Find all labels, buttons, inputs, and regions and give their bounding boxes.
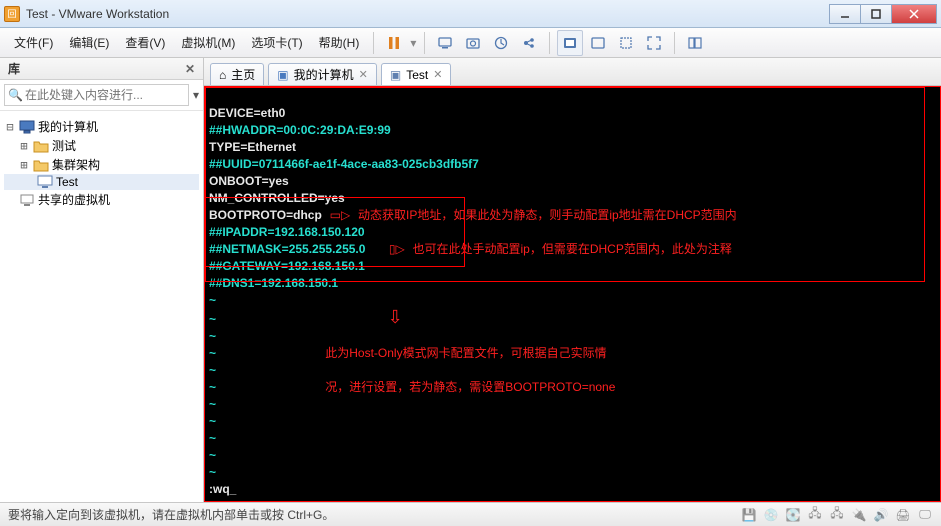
folder-icon bbox=[33, 158, 49, 172]
status-icons: 💾 💿 💽 🖧 🖧 🔌 🔊 🖨 🖵 bbox=[741, 507, 933, 523]
term-line: TYPE=Ethernet bbox=[209, 140, 296, 154]
close-button[interactable] bbox=[891, 4, 937, 24]
revert-button[interactable] bbox=[516, 30, 542, 56]
term-tilde: ~ bbox=[209, 397, 216, 411]
fullscreen-button[interactable] bbox=[641, 30, 667, 56]
term-tilde: ~ bbox=[209, 448, 216, 462]
term-line: DEVICE=eth0 bbox=[209, 106, 285, 120]
tree-folder-cluster[interactable]: ⊞ 集群架构 bbox=[4, 155, 199, 174]
tab-close-icon[interactable]: ✕ bbox=[433, 68, 442, 81]
down-arrow-icon: ⇩ bbox=[388, 307, 403, 327]
tree-folder-test[interactable]: ⊞ 测试 bbox=[4, 136, 199, 155]
monitor-icon: ▣ bbox=[277, 68, 288, 82]
tree-vm-test[interactable]: Test bbox=[4, 174, 199, 190]
term-tilde: ~ bbox=[209, 380, 216, 394]
st-hdd-icon[interactable]: 💾 bbox=[741, 507, 757, 523]
vm-icon bbox=[37, 175, 53, 189]
term-tilde: ~ bbox=[209, 312, 216, 326]
main-area: ⌂ 主页 ▣ 我的计算机 ✕ ▣ Test ✕ DEVICE=eth0 ##HW… bbox=[204, 58, 941, 502]
app-icon: 回 bbox=[4, 6, 20, 22]
menu-tabs[interactable]: 选项卡(T) bbox=[243, 30, 310, 55]
term-line: BOOTPROTO=dhcp bbox=[209, 208, 322, 222]
folder-icon bbox=[33, 139, 49, 153]
annotation-arrow: ▯▷ bbox=[389, 242, 405, 256]
search-icon: 🔍 bbox=[8, 88, 23, 102]
term-line: NM_CONTROLLED=yes bbox=[209, 191, 345, 205]
annotation-2: 也可在此处手动配置ip，但需要在DHCP范围内，此处为注释 bbox=[413, 242, 732, 256]
expand-icon[interactable]: ⊞ bbox=[18, 158, 30, 172]
st-net-icon[interactable]: 🖧 bbox=[807, 507, 823, 523]
minimize-button[interactable] bbox=[829, 4, 861, 24]
search-dropdown-icon[interactable]: ▾ bbox=[193, 88, 199, 102]
search-input[interactable] bbox=[4, 84, 189, 106]
tree: ⊟ 我的计算机 ⊞ 测试 ⊞ 集群架构 Test 共享的虚拟机 bbox=[0, 111, 203, 502]
expand-icon[interactable]: ⊟ bbox=[4, 120, 16, 134]
term-tilde: ~ bbox=[209, 363, 216, 377]
sidebar-header: 库 ✕ bbox=[0, 58, 203, 80]
term-tilde: ~ bbox=[209, 414, 216, 428]
tab-mycomputer[interactable]: ▣ 我的计算机 ✕ bbox=[268, 63, 377, 85]
menu-help[interactable]: 帮助(H) bbox=[311, 30, 368, 55]
term-line: ##HWADDR=00:0C:29:DA:E9:99 bbox=[209, 123, 391, 137]
term-line: ##DNS1=192.168.150.1 bbox=[209, 276, 338, 290]
tree-root[interactable]: ⊟ 我的计算机 bbox=[4, 117, 199, 136]
st-printer-icon[interactable]: 🖨 bbox=[895, 507, 911, 523]
st-floppy-icon[interactable]: 💽 bbox=[785, 507, 801, 523]
term-cmd: :wq_ bbox=[209, 482, 236, 496]
unity-button[interactable] bbox=[613, 30, 639, 56]
st-usb-icon[interactable]: 🔌 bbox=[851, 507, 867, 523]
menu-edit[interactable]: 编辑(E) bbox=[61, 30, 117, 55]
term-tilde: ~ bbox=[209, 431, 216, 445]
annotation-3a: 此为Host-Only模式网卡配置文件，可根据自己实际情 bbox=[325, 346, 606, 360]
expand-icon[interactable]: ⊞ bbox=[18, 139, 30, 153]
menu-file[interactable]: 文件(F) bbox=[6, 30, 61, 55]
tabstrip: ⌂ 主页 ▣ 我的计算机 ✕ ▣ Test ✕ bbox=[204, 58, 941, 86]
tab-close-icon[interactable]: ✕ bbox=[359, 68, 368, 81]
term-tilde: ~ bbox=[209, 293, 216, 307]
term-line: ##UUID=0711466f-ae1f-4ace-aa83-025cb3dfb… bbox=[209, 157, 479, 171]
fit-window-button[interactable] bbox=[585, 30, 611, 56]
library-toggle-button[interactable] bbox=[682, 30, 708, 56]
term-line: ##IPADDR=192.168.150.120 bbox=[209, 225, 365, 239]
snapshot-button[interactable] bbox=[460, 30, 486, 56]
window-title: Test - VMware Workstation bbox=[26, 7, 830, 21]
shared-icon bbox=[19, 193, 35, 207]
annotation-1: 动态获取IP地址，如果此处为静态，则手动配置ip地址需在DHCP范围内 bbox=[358, 208, 737, 222]
term-line: ##NETMASK=255.255.255.0 bbox=[209, 242, 365, 256]
fit-guest-button[interactable] bbox=[557, 30, 583, 56]
st-cd-icon[interactable]: 💿 bbox=[763, 507, 779, 523]
vm-icon: ▣ bbox=[390, 68, 401, 82]
pause-button[interactable] bbox=[381, 30, 407, 56]
sidebar: 库 ✕ 🔍 ▾ ⊟ 我的计算机 ⊞ 测试 ⊞ 集群架构 bbox=[0, 58, 204, 502]
menubar: 文件(F) 编辑(E) 查看(V) 虚拟机(M) 选项卡(T) 帮助(H) ▾ bbox=[0, 28, 941, 58]
menu-vm[interactable]: 虚拟机(M) bbox=[173, 30, 243, 55]
term-tilde: ~ bbox=[209, 329, 216, 343]
term-tilde: ~ bbox=[209, 465, 216, 479]
menu-view[interactable]: 查看(V) bbox=[117, 30, 173, 55]
monitor-icon bbox=[19, 120, 35, 134]
annotation-3b: 况，进行设置，若为静态，需设置BOOTPROTO=none bbox=[325, 380, 615, 394]
st-display-icon[interactable]: 🖵 bbox=[917, 507, 933, 523]
tab-test[interactable]: ▣ Test ✕ bbox=[381, 63, 452, 85]
st-net2-icon[interactable]: 🖧 bbox=[829, 507, 845, 523]
tree-shared[interactable]: 共享的虚拟机 bbox=[4, 190, 199, 209]
send-ctrl-alt-del-button[interactable] bbox=[432, 30, 458, 56]
status-text: 要将输入定向到该虚拟机，请在虚拟机内部单击或按 Ctrl+G。 bbox=[8, 506, 334, 523]
term-line: ##GATEWAY=192.168.150.1 bbox=[209, 259, 365, 273]
snapshot-manager-button[interactable] bbox=[488, 30, 514, 56]
tab-home[interactable]: ⌂ 主页 bbox=[210, 63, 264, 85]
home-icon: ⌂ bbox=[219, 68, 226, 82]
terminal[interactable]: DEVICE=eth0 ##HWADDR=00:0C:29:DA:E9:99 T… bbox=[204, 86, 941, 502]
sidebar-close-icon[interactable]: ✕ bbox=[185, 62, 195, 76]
st-sound-icon[interactable]: 🔊 bbox=[873, 507, 889, 523]
annotation-arrow: ▭▷ bbox=[330, 208, 351, 222]
term-line: ONBOOT=yes bbox=[209, 174, 289, 188]
search-row: 🔍 ▾ bbox=[0, 80, 203, 111]
titlebar: 回 Test - VMware Workstation bbox=[0, 0, 941, 28]
maximize-button[interactable] bbox=[860, 4, 892, 24]
statusbar: 要将输入定向到该虚拟机，请在虚拟机内部单击或按 Ctrl+G。 💾 💿 💽 🖧 … bbox=[0, 502, 941, 526]
term-tilde: ~ bbox=[209, 346, 216, 360]
